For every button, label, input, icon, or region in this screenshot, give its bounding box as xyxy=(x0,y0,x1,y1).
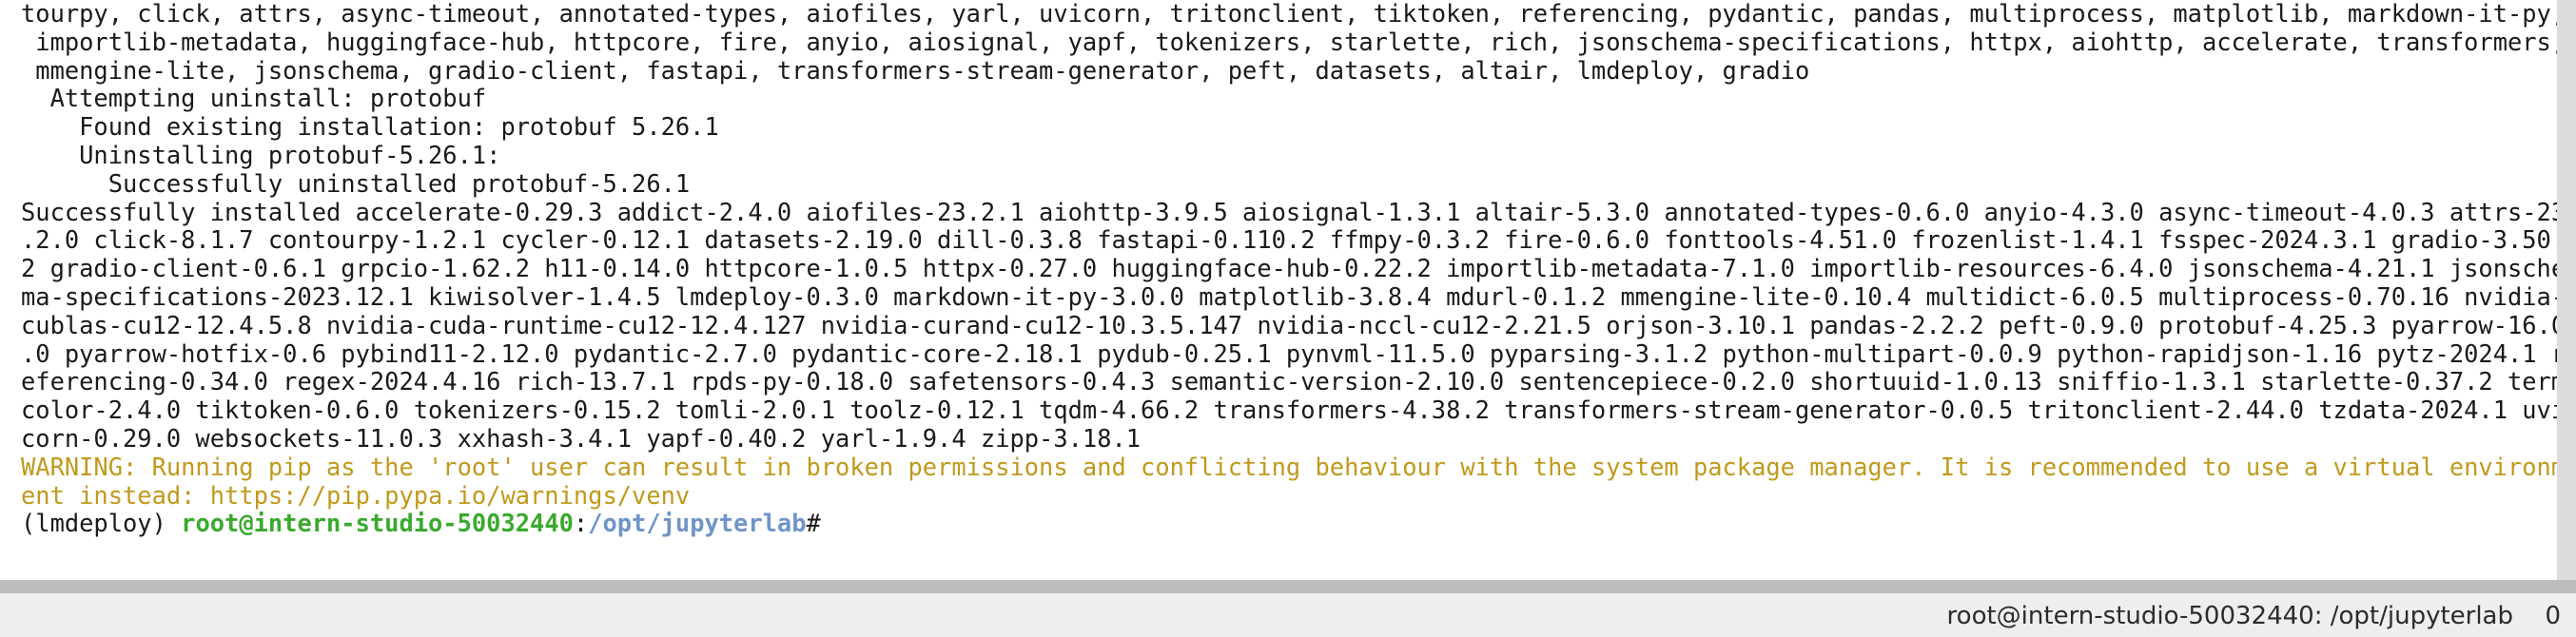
status-bar-count: 0 xyxy=(2545,602,2561,630)
terminal-line: Uninstalling protobuf-5.26.1: xyxy=(21,140,501,169)
terminal-line: eferencing-0.34.0 regex-2024.4.16 rich-1… xyxy=(21,367,2557,396)
terminal-line: importlib-metadata, huggingface-hub, htt… xyxy=(21,27,2557,56)
terminal-scrollbar[interactable] xyxy=(2557,0,2576,580)
terminal-output[interactable]: tourpy, click, attrs, async-timeout, ann… xyxy=(0,0,2557,580)
warning-line: ent instead: https://pip.pypa.io/warning… xyxy=(21,480,691,510)
terminal-line: ma-specifications-2023.12.1 kiwisolver-1… xyxy=(21,281,2557,311)
terminal-line: mmengine-lite, jsonschema, gradio-client… xyxy=(21,55,1810,85)
warning-line: WARNING: Running pip as the 'root' user … xyxy=(21,452,2557,481)
terminal-line: .2.0 click-8.1.7 contourpy-1.2.1 cycler-… xyxy=(21,225,2557,255)
prompt-user-host: root@intern-studio-50032440 xyxy=(181,509,574,538)
terminal-line: color-2.4.0 tiktoken-0.6.0 tokenizers-0.… xyxy=(21,396,2557,425)
terminal-line: Successfully uninstalled protobuf-5.26.1 xyxy=(21,168,691,198)
terminal-line: .0 pyarrow-hotfix-0.6 pybind11-2.12.0 py… xyxy=(21,338,2557,368)
terminal-bottom-divider xyxy=(0,580,2576,593)
terminal-line: Successfully installed accelerate-0.29.3… xyxy=(21,197,2557,226)
terminal-line: 2 gradio-client-0.6.1 grpcio-1.62.2 h11-… xyxy=(21,254,2557,283)
terminal-line: corn-0.29.0 websockets-11.0.3 xxhash-3.4… xyxy=(21,423,1142,453)
status-bar-path: root@intern-studio-50032440: /opt/jupyte… xyxy=(1946,602,2513,630)
prompt-symbol: # xyxy=(806,509,821,538)
terminal-line: Attempting uninstall: protobuf xyxy=(21,84,487,113)
prompt-path: /opt/jupyterlab xyxy=(588,509,807,538)
terminal-lines: tourpy, click, attrs, async-timeout, ann… xyxy=(0,0,2557,538)
prompt-line: (lmdeploy) root@intern-studio-50032440:/… xyxy=(21,509,2557,538)
status-bar: root@intern-studio-50032440: /opt/jupyte… xyxy=(0,593,2576,637)
prompt-separator: : xyxy=(573,509,589,538)
terminal-line: cublas-cu12-12.4.5.8 nvidia-cuda-runtime… xyxy=(21,310,2557,339)
terminal-line: Found existing installation: protobuf 5.… xyxy=(21,112,719,142)
prompt-env: (lmdeploy) xyxy=(21,509,182,538)
terminal-line: tourpy, click, attrs, async-timeout, ann… xyxy=(21,0,2557,28)
